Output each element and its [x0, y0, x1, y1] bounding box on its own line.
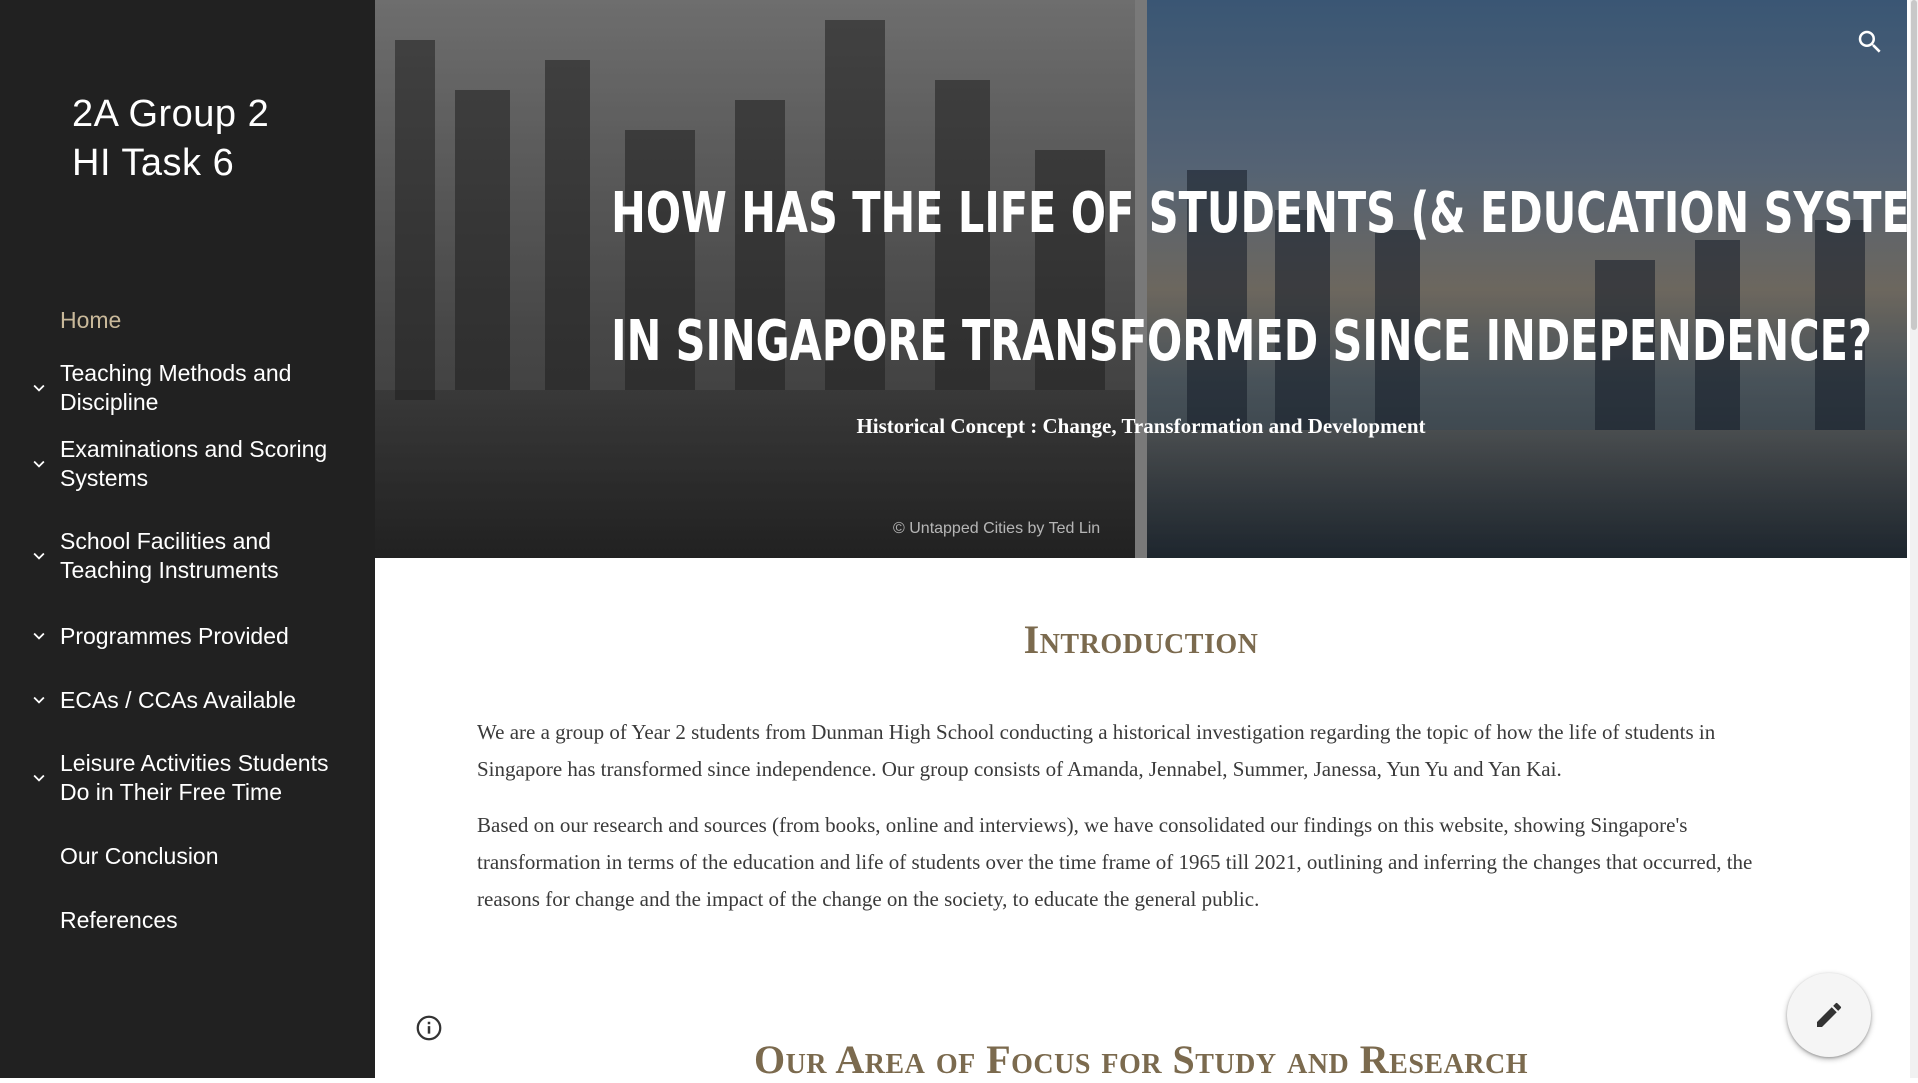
site-title-line2: HI Task 6 [72, 142, 235, 184]
sidebar-item-our-conclusion[interactable]: Our Conclusion [0, 830, 375, 882]
sidebar-item-label: Home [60, 306, 122, 333]
sidebar-item-examinations[interactable]: Examinations and Scoring Systems [0, 426, 375, 502]
sidebar-item-label: School Facilities and Teaching Instrumen… [60, 528, 279, 583]
sidebar-item-ecas-ccas[interactable]: ECAs / CCAs Available [0, 674, 375, 726]
site-info-button[interactable] [414, 1013, 444, 1043]
chevron-down-icon[interactable] [28, 545, 50, 567]
main-content: Introduction We are a group of Year 2 st… [375, 558, 1907, 1082]
page-subtitle: Historical Concept : Change, Transformat… [856, 414, 1426, 438]
image-credit: © Untapped Cities by Ted Lin [893, 520, 1101, 537]
scrollbar-thumb[interactable] [1911, 0, 1917, 330]
header-banner: © Untapped Cities by Ted Lin How has the… [375, 0, 1907, 558]
search-icon [1858, 30, 1881, 53]
intro-paragraph-1: We are a group of Year 2 students from D… [477, 720, 1716, 781]
chevron-down-icon[interactable] [28, 689, 50, 711]
sidebar-item-label: References [60, 906, 178, 933]
page-title-line2: in Singapore transformed since independe… [611, 309, 1872, 374]
page-title-line1: How has the life of students (& educatio… [611, 181, 1907, 246]
site-title[interactable]: 2A Group 2 HI Task 6 [72, 90, 362, 188]
site-title-line1: 2A Group 2 [72, 93, 270, 135]
sidebar-item-label: Programmes Provided [60, 622, 289, 649]
chevron-down-icon[interactable] [28, 453, 50, 475]
sidebar-item-leisure-activities[interactable]: Leisure Activities Students Do in Their … [0, 740, 375, 816]
sidebar-item-label: ECAs / CCAs Available [60, 686, 297, 713]
sidebar-item-label: Examinations and Scoring Systems [60, 436, 328, 491]
pencil-icon [1817, 1002, 1842, 1027]
sidebar-item-teaching-methods[interactable]: Teaching Methods and Discipline [0, 350, 375, 426]
sidebar-item-label: Our Conclusion [60, 842, 219, 869]
search-button[interactable] [1850, 22, 1890, 62]
section-title-introduction: Introduction [1023, 617, 1259, 662]
sidebar-item-label: Teaching Methods and Discipline [60, 360, 292, 415]
info-icon [416, 1015, 442, 1041]
chevron-down-icon[interactable] [28, 767, 50, 789]
chevron-down-icon[interactable] [28, 377, 50, 399]
edit-button[interactable] [1787, 973, 1871, 1057]
sidebar: 2A Group 2 HI Task 6 Home Teaching Metho… [0, 0, 375, 1078]
sidebar-item-label: Leisure Activities Students Do in Their … [60, 750, 329, 805]
sidebar-item-programmes[interactable]: Programmes Provided [0, 610, 375, 662]
chevron-down-icon[interactable] [28, 625, 50, 647]
sidebar-item-home[interactable]: Home [0, 294, 375, 346]
sidebar-nav: Home Teaching Methods and Discipline Exa… [0, 290, 375, 946]
sidebar-item-references[interactable]: References [0, 894, 375, 946]
sidebar-item-school-facilities[interactable]: School Facilities and Teaching Instrumen… [0, 518, 375, 594]
section-title-area-of-focus: Our Area of Focus for Study and Research [753, 1037, 1529, 1082]
page-title: How has the life of students (& educatio… [611, 150, 1907, 406]
intro-paragraph-2: Based on our research and sources (from … [477, 813, 1753, 911]
